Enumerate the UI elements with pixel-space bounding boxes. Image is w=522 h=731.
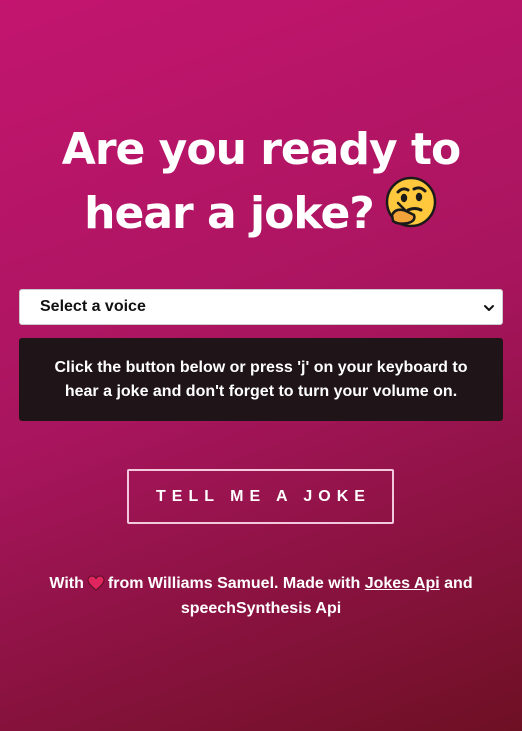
chevron-down-icon	[484, 305, 494, 311]
voice-select[interactable]: Select a voice	[19, 289, 503, 325]
speech-synthesis-api-text: speechSynthesis Api	[180, 600, 342, 617]
jokes-api-link[interactable]: Jokes Api	[365, 575, 440, 592]
voice-select-value: Select a voice	[40, 298, 146, 315]
heart-icon	[87, 575, 105, 598]
tell-joke-button-label: TELL ME A JOKE	[156, 487, 371, 505]
title-line-2: hear a joke?	[0, 176, 522, 247]
thinking-face-icon	[384, 175, 438, 247]
footer-prefix: With	[49, 575, 84, 592]
page: Are you ready to hear a joke? Select a v…	[0, 0, 522, 731]
title-line-1: Are you ready to	[61, 124, 461, 175]
tell-joke-button[interactable]: TELL ME A JOKE	[127, 469, 394, 524]
title-line-2-text: hear a joke?	[84, 188, 375, 239]
footer-middle: from Williams Samuel. Made with	[107, 575, 361, 592]
footer-and: and	[444, 575, 473, 592]
instructions-text: Click the button below or press 'j' on y…	[54, 358, 468, 400]
page-title: Are you ready to hear a joke?	[0, 118, 522, 247]
instructions-box: Click the button below or press 'j' on y…	[19, 338, 503, 421]
footer: With from Williams Samuel. Made with Jok…	[20, 573, 502, 620]
